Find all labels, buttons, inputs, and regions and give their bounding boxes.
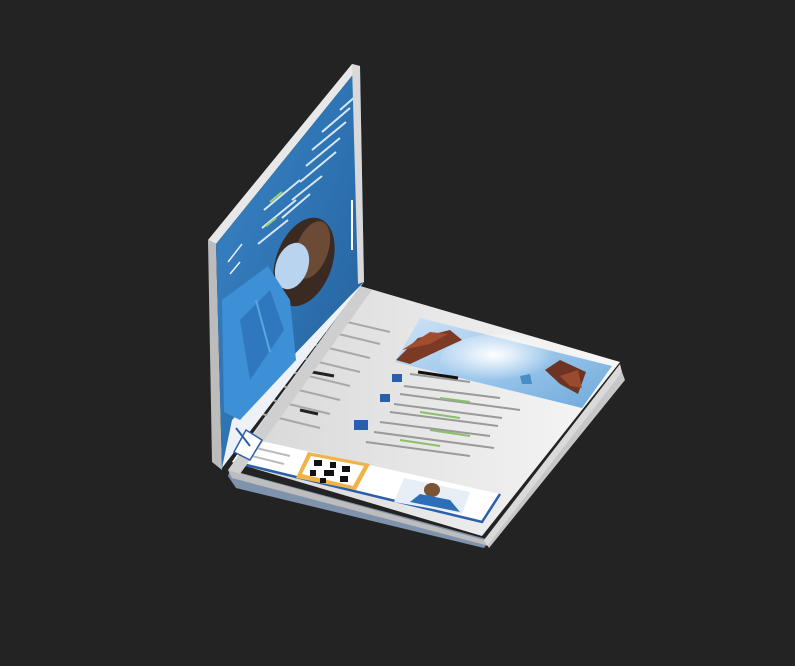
bullet-icon xyxy=(392,374,402,382)
3d-viewport[interactable] xyxy=(0,0,795,666)
bullet-icon xyxy=(380,394,390,402)
book-scene xyxy=(208,64,625,548)
bullet-icon xyxy=(354,420,368,430)
